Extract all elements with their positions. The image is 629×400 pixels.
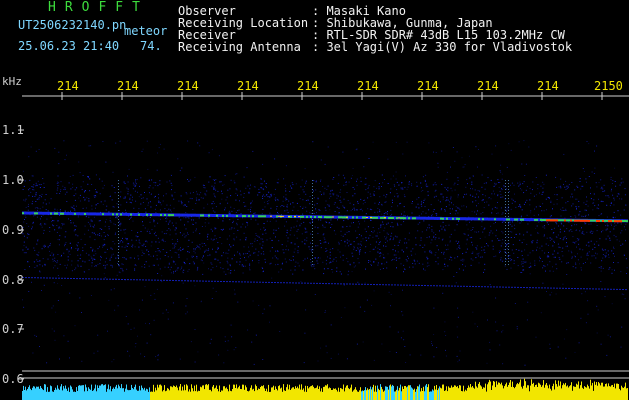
time-tick-label: 214 [357,79,379,93]
spectrogram-canvas [18,92,629,400]
tag-text: meteor [124,24,168,38]
time-tick-label: 214 [177,79,199,93]
time-tick-label: 214 [117,79,139,93]
freq-tick-label: 0.7 [2,322,24,336]
freq-tick-label: 0.8 [2,273,24,287]
axis-unit-label: kHz [2,75,22,88]
freq-tick-marks [18,129,24,380]
freq-tick-label: 0.6 [2,372,24,386]
signal-level-meter [22,378,628,400]
filename-text: UT2506232140.pn [18,18,127,32]
datetime-text: 25.06.23 21:40 [18,39,120,53]
brand-logo: HROFFT [48,0,149,15]
antenna-label: Receiving Antenna [178,40,301,54]
freq-tick-label: 1.1 [2,123,24,137]
time-tick-label: 214 [417,79,439,93]
time-tick-label: 214 [537,79,559,93]
time-tick-label: 214 [297,79,319,93]
time-tick-label: 214 [477,79,499,93]
signal-trace [22,211,628,223]
time-tick-label: 214 [57,79,79,93]
noise-band [22,140,628,366]
freq-tick-label: 0.9 [2,223,24,237]
count-text: 74. [140,39,162,53]
antenna-value: : 3el Yagi(V) Az 330 for Vladivostok [312,40,573,54]
time-tick-label: 214 [237,79,259,93]
freq-tick-label: 1.0 [2,173,24,187]
hrofft-screen: HROFFT UT2506232140.pn meteor 25.06.23 2… [0,0,629,400]
time-tick-label: 2150 [594,79,623,93]
